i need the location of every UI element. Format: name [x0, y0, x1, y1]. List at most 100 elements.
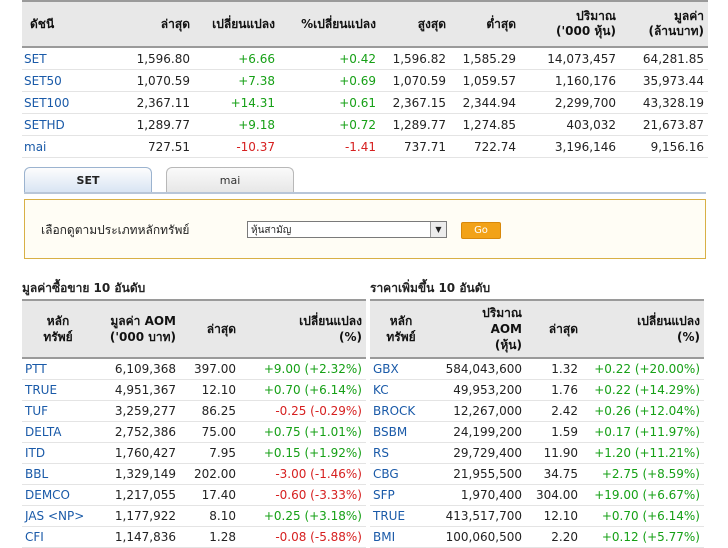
cell-sym[interactable]: JAS <NP>: [22, 505, 94, 527]
cell-last: 1.76: [526, 379, 582, 401]
cell-chg: +19.00 (+6.67%): [582, 484, 704, 506]
cell-sym[interactable]: TRUE: [22, 379, 94, 401]
cell-high: 737.71: [380, 135, 450, 158]
cell-name[interactable]: SET50: [22, 69, 100, 92]
cell-vol: 49,953,200: [432, 379, 526, 401]
security-type-selected: หุ้นสามัญ: [251, 225, 292, 236]
security-type-select[interactable]: หุ้นสามัญ ▼: [247, 221, 447, 238]
table-row[interactable]: DELTA 2,752,386 75.00 +0.75 (+1.01%): [22, 421, 366, 443]
cell-last: 75.00: [180, 421, 240, 443]
cell-chg: -3.00 (-1.46%): [240, 463, 366, 485]
cell-vol: 1,160,176: [520, 69, 620, 92]
column-header: ปริมาณ ('000 หุ้น): [520, 0, 620, 48]
cell-chg: +0.15 (+1.92%): [240, 442, 366, 464]
cell-name[interactable]: SET100: [22, 91, 100, 114]
cell-name[interactable]: SETHD: [22, 113, 100, 136]
cell-last: 1,596.80: [100, 47, 194, 70]
cell-vol: 21,955,500: [432, 463, 526, 485]
cell-chg: -0.08 (-5.88%): [240, 526, 366, 548]
table-row[interactable]: GBX 584,043,600 1.32 +0.22 (+20.00%): [370, 358, 704, 380]
index-table: ดัชนี ล่าสุด เปลี่ยนแปลง %เปลี่ยนแปลง สูงสุด…: [22, 0, 708, 158]
cell-sym[interactable]: GBX: [370, 358, 432, 380]
top-value-table: หลัก ทรัพย์ มูลค่า AOM ('000 บาท) ล่าสุด เป…: [22, 299, 366, 548]
table-row[interactable]: CFI 1,147,836 1.28 -0.08 (-5.88%): [22, 526, 366, 548]
cell-sym[interactable]: ITD: [22, 442, 94, 464]
table-row[interactable]: BROCK 12,267,000 2.42 +0.26 (+12.04%): [370, 400, 704, 422]
table-row[interactable]: SETHD 1,289.77 +9.18 +0.72 1,289.77 1,274.85 4…: [22, 113, 708, 136]
market-summary-panel: ดัชนี ล่าสุด เปลี่ยนแปลง %เปลี่ยนแปลง สูงสุด…: [22, 0, 708, 548]
column-header: หลัก ทรัพย์: [22, 299, 94, 359]
chevron-down-icon[interactable]: ▼: [430, 222, 446, 237]
cell-sym[interactable]: TUF: [22, 400, 94, 422]
cell-sym[interactable]: DELTA: [22, 421, 94, 443]
top-gainers-header: หลัก ทรัพย์ ปริมาณ AOM (หุ้น) ล่าสุด เปลี่ย…: [370, 299, 704, 359]
cell-high: 2,367.15: [380, 91, 450, 114]
cell-chg: +1.20 (+11.21%): [582, 442, 704, 464]
cell-last: 2.42: [526, 400, 582, 422]
cell-sym[interactable]: SFP: [370, 484, 432, 506]
table-row[interactable]: SFP 1,970,400 304.00 +19.00 (+6.67%): [370, 484, 704, 506]
table-row[interactable]: TRUE 413,517,700 12.10 +0.70 (+6.14%): [370, 505, 704, 527]
table-row[interactable]: DEMCO 1,217,055 17.40 -0.60 (-3.33%): [22, 484, 366, 506]
table-row[interactable]: RS 29,729,400 11.90 +1.20 (+11.21%): [370, 442, 704, 464]
cell-val: 2,752,386: [94, 421, 180, 443]
cell-chg: +0.70 (+6.14%): [240, 379, 366, 401]
cell-chg: +0.26 (+12.04%): [582, 400, 704, 422]
cell-vol: 12,267,000: [432, 400, 526, 422]
tab-divider: [24, 192, 706, 194]
column-header: ต่ำสุด: [450, 0, 520, 48]
tab-set[interactable]: SET: [24, 167, 152, 193]
cell-pct: +0.69: [279, 69, 380, 92]
cell-chg: +0.22 (+20.00%): [582, 358, 704, 380]
cell-vol: 1,970,400: [432, 484, 526, 506]
table-row[interactable]: SET 1,596.80 +6.66 +0.42 1,596.82 1,585.29 14,…: [22, 47, 708, 70]
cell-val: 1,217,055: [94, 484, 180, 506]
go-button[interactable]: Go: [461, 222, 501, 239]
table-row[interactable]: mai 727.51 -10.37 -1.41 737.71 722.74 3,196,14…: [22, 135, 708, 158]
table-row[interactable]: TUF 3,259,277 86.25 -0.25 (-0.29%): [22, 400, 366, 422]
cell-chg: +0.70 (+6.14%): [582, 505, 704, 527]
tab-mai[interactable]: mai: [166, 167, 294, 193]
cell-sym[interactable]: RS: [370, 442, 432, 464]
table-row[interactable]: JAS <NP> 1,177,922 8.10 +0.25 (+3.18%): [22, 505, 366, 527]
cell-high: 1,070.59: [380, 69, 450, 92]
cell-vol: 24,199,200: [432, 421, 526, 443]
cell-vol: 100,060,500: [432, 526, 526, 548]
cell-last: 1,289.77: [100, 113, 194, 136]
column-header: %เปลี่ยนแปลง: [279, 0, 380, 48]
table-row[interactable]: BSBM 24,199,200 1.59 +0.17 (+11.97%): [370, 421, 704, 443]
cell-sym[interactable]: BMI: [370, 526, 432, 548]
security-type-filter: เลือกดูตามประเภทหลักทรัพย์ หุ้นสามัญ ▼ G…: [24, 199, 706, 259]
cell-vol: 2,299,700: [520, 91, 620, 114]
cell-sym[interactable]: DEMCO: [22, 484, 94, 506]
cell-sym[interactable]: BSBM: [370, 421, 432, 443]
cell-sym[interactable]: TRUE: [370, 505, 432, 527]
column-header: ล่าสุด: [526, 299, 582, 359]
cell-chg: +9.18: [194, 113, 279, 136]
cell-vol: 403,032: [520, 113, 620, 136]
table-row[interactable]: KC 49,953,200 1.76 +0.22 (+14.29%): [370, 379, 704, 401]
table-row[interactable]: BMI 100,060,500 2.20 +0.12 (+5.77%): [370, 526, 704, 548]
table-row[interactable]: CBG 21,955,500 34.75 +2.75 (+8.59%): [370, 463, 704, 485]
cell-sym[interactable]: KC: [370, 379, 432, 401]
table-row[interactable]: SET100 2,367.11 +14.31 +0.61 2,367.15 2,344.9…: [22, 91, 708, 114]
top-gainers-title: ราคาเพิ่มขึ้น 10 อันดับ: [370, 281, 491, 295]
cell-last: 12.10: [180, 379, 240, 401]
cell-high: 1,596.82: [380, 47, 450, 70]
table-row[interactable]: BBL 1,329,149 202.00 -3.00 (-1.46%): [22, 463, 366, 485]
table-row[interactable]: TRUE 4,951,367 12.10 +0.70 (+6.14%): [22, 379, 366, 401]
cell-sym[interactable]: BROCK: [370, 400, 432, 422]
column-header: มูลค่า AOM ('000 บาท): [94, 299, 180, 359]
cell-sym[interactable]: PTT: [22, 358, 94, 380]
cell-name[interactable]: mai: [22, 135, 100, 158]
table-row[interactable]: ITD 1,760,427 7.95 +0.15 (+1.92%): [22, 442, 366, 464]
cell-val: 21,673.87: [620, 113, 708, 136]
table-row[interactable]: PTT 6,109,368 397.00 +9.00 (+2.32%): [22, 358, 366, 380]
table-row[interactable]: SET50 1,070.59 +7.38 +0.69 1,070.59 1,059.57 1…: [22, 69, 708, 92]
cell-sym[interactable]: CBG: [370, 463, 432, 485]
cell-sym[interactable]: CFI: [22, 526, 94, 548]
cell-last: 2.20: [526, 526, 582, 548]
cell-sym[interactable]: BBL: [22, 463, 94, 485]
cell-low: 722.74: [450, 135, 520, 158]
cell-name[interactable]: SET: [22, 47, 100, 70]
